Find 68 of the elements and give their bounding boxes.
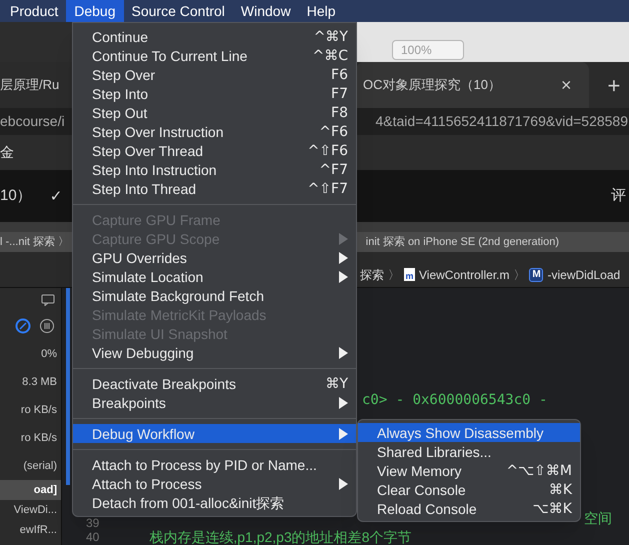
menu-item[interactable]: Step Over Instruction ^F6 [73,122,356,141]
shortcut-label: ^F6 [319,124,348,138]
menu-item[interactable]: Step Out F8 [73,103,356,122]
menu-bar-item[interactable]: Source Control [124,0,233,22]
shortcut-label: ^F7 [319,162,348,176]
menu-item[interactable]: Continue ^⌘Y [73,27,356,46]
menu-item[interactable]: View Debugging [73,343,356,362]
menu-item[interactable]: Debug Workflow [73,424,356,443]
file-icon: m [404,268,415,281]
menu-item[interactable]: Attach to Process [73,474,356,493]
comment-icon [41,294,55,306]
browser-tab[interactable]: OC对象原理探究（10） × [356,62,590,108]
course-title: 10） [0,186,32,206]
shortcut-label: ⌘Y [325,376,348,390]
menu-bar-item[interactable]: Window [232,0,299,22]
method-icon: M [529,268,544,282]
menu-item[interactable]: Simulate Location [73,267,356,286]
address-text: ebcourse/i [0,112,65,131]
menu-bar-item[interactable]: Product [2,0,66,22]
new-tab-button[interactable]: + [607,68,620,102]
navigator-row[interactable]: oad] [0,480,61,500]
console-output: c0> - 0x6000006543c0 - [362,390,548,410]
shortcut-label: ^⇧F7 [308,182,348,196]
navigator-row[interactable]: 0% [0,340,61,368]
menu-item[interactable]: Shared Libraries... [358,442,580,461]
navigator-row[interactable]: ro KB/s [0,396,61,424]
menu-item[interactable]: Simulate Background Fetch [73,286,356,305]
menu-item[interactable]: Attach to Process by PID or Name... [73,455,356,474]
gauge-icon [15,318,31,334]
pause-icon [39,318,55,334]
navigator-row[interactable]: ViewDi... [0,500,61,520]
menu-item[interactable]: Deactivate Breakpoints ⌘Y [73,374,356,393]
rating-text: 评 [611,186,627,206]
menu-bar-item[interactable]: Debug [66,0,124,22]
shortcut-label: ^⇧F6 [308,144,348,158]
tab-close-button[interactable]: × [560,72,572,98]
line-number: 39 [85,517,100,529]
menu-item[interactable]: Step Over Thread ^⇧F6 [73,141,356,160]
shortcut-label: ^⌘C [312,48,348,62]
shortcut-label: ^⌘Y [314,30,348,44]
menu-item[interactable]: Step Into Instruction ^F7 [73,160,356,179]
menu-item[interactable]: Step Over F6 [73,65,356,84]
menu-item[interactable]: Continue To Current Line ^⌘C [73,46,356,65]
page-text: 金 [0,143,14,162]
navigator-row[interactable]: ro KB/s [0,424,61,452]
menu-item[interactable]: Breakpoints [73,393,356,412]
code-comment: 栈内存是连续,p1,p2,p3的地址相差8个字节 [149,528,412,545]
shortcut-label: ⌘K [548,482,572,496]
navigator-row[interactable]: (serial) [0,452,61,480]
menu-item[interactable]: Step Into Thread ^⇧F7 [73,179,356,198]
shortcut-label: F7 [331,86,348,100]
menu-item[interactable]: Always Show Disassembly [358,423,580,442]
menu-item[interactable]: Detach from 001-alloc&init探索 [73,493,356,512]
menu-bar-item[interactable]: Help [298,0,344,22]
shortcut-label: F8 [331,106,348,120]
navigator-row[interactable]: ewIfR... [0,520,61,540]
menu-item[interactable]: Clear Console ⌘K [358,480,580,499]
shortcut-label: F6 [331,68,348,82]
check-mark: ✓ [50,186,62,207]
menu-item[interactable]: View Memory ^⌥⇧⌘M [358,461,580,480]
shortcut-label: ⌥⌘K [532,502,572,516]
code-comment: 空间 [584,509,613,528]
menu-item[interactable]: Step Into F7 [73,84,356,103]
menu-item[interactable]: Reload Console ⌥⌘K [358,499,580,518]
shortcut-label: ^⌥⇧⌘M [506,464,572,478]
address-text: 4&taid=4115652411871769&vid=528589 [376,112,629,131]
navigator-row[interactable]: 8.3 MB [0,368,61,396]
line-number: 40 [85,529,100,545]
